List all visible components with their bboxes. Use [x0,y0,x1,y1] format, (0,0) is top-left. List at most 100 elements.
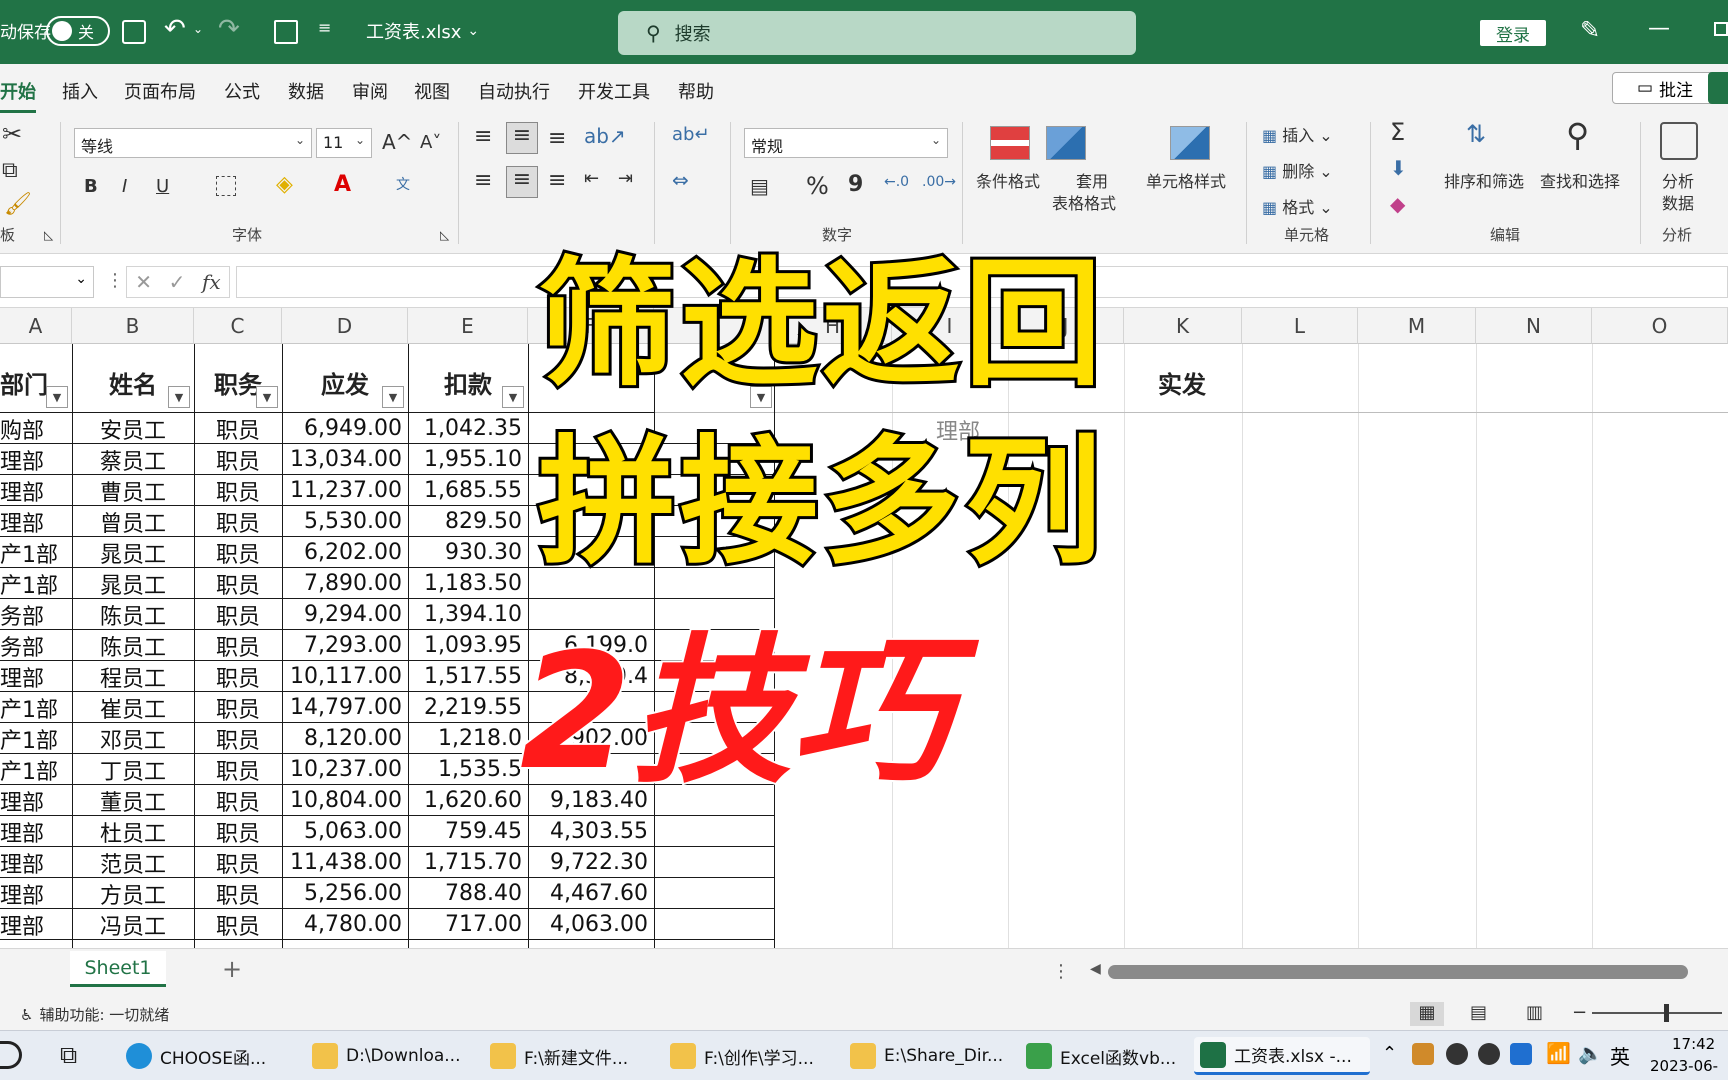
column-header-c[interactable]: C [194,308,282,344]
filter-dropdown-icon[interactable]: ▼ [256,386,278,408]
cell-department[interactable]: 务部 [0,599,72,630]
cell-gross[interactable]: 5,063.00 [282,816,408,847]
cell-department[interactable]: 理部 [0,816,72,847]
cell-gross[interactable]: 5,256.00 [282,878,408,909]
zoom-out-icon[interactable]: − [1572,1002,1587,1023]
cell-name[interactable]: 晁员工 [72,568,194,599]
cell-title[interactable]: 职员 [194,816,282,847]
cell-gross[interactable]: 13,034.00 [282,444,408,475]
sheet-tab-sheet1[interactable]: Sheet1 [70,951,166,987]
cell-gross[interactable]: 10,237.00 [282,754,408,785]
format-cells-button[interactable]: ▦ 格式 ⌄ [1262,194,1333,218]
normal-view-icon[interactable]: ▦ [1410,1002,1444,1026]
cell-title[interactable]: 职员 [194,599,282,630]
table-format-label-1[interactable]: 套用 [1076,168,1108,192]
align-right-icon[interactable]: ≡ [548,168,566,193]
phonetic-icon[interactable]: 文 [396,174,410,194]
cell-title[interactable]: 职员 [194,475,282,506]
column-header-m[interactable]: M [1358,308,1476,344]
cell-name[interactable]: 范员工 [72,847,194,878]
cell-department[interactable]: 理部 [0,847,72,878]
cell-gross[interactable]: 11,438.00 [282,847,408,878]
cell-department[interactable]: 理部 [0,661,72,692]
cell-department[interactable]: 购部 [0,413,72,444]
cell-title[interactable]: 职员 [194,847,282,878]
horizontal-scrollbar[interactable] [1108,965,1688,979]
insert-cells-button[interactable]: ▦ 插入 ⌄ [1262,122,1333,146]
cell-net[interactable]: 9,722.30 [528,847,654,878]
align-top-icon[interactable]: ≡ [474,124,492,149]
cell-deduction[interactable]: 717.00 [408,909,528,940]
border-icon[interactable] [216,176,236,196]
cell-gross[interactable]: 6,949.00 [282,413,408,444]
cell-deduction[interactable]: 2,219.55 [408,692,528,723]
cancel-icon[interactable]: ✕ [135,270,152,294]
cell-net[interactable]: 4,303.55 [528,816,654,847]
cell-gross[interactable]: 5,530.00 [282,506,408,537]
maximize-icon[interactable] [1714,22,1728,36]
underline-button[interactable]: U [156,176,169,197]
accounting-format-icon[interactable]: ▤ [750,174,769,198]
redo-icon[interactable]: ↷ [218,14,240,44]
cell-name[interactable]: 丁员工 [72,754,194,785]
qq-icon[interactable] [1478,1043,1500,1065]
autosum-icon[interactable]: Σ [1390,118,1405,146]
start-button[interactable] [0,1041,22,1069]
taskbar-item-excel-active[interactable]: 工资表.xlsx -... [1194,1037,1370,1075]
cell-name[interactable]: 董员工 [72,785,194,816]
autosave-toggle[interactable]: 关 [46,16,110,46]
cell-deduction[interactable]: 1,685.55 [408,475,528,506]
cell-department[interactable]: 务部 [0,630,72,661]
cell-title[interactable]: 职员 [194,692,282,723]
cell-name[interactable]: 安员工 [72,413,194,444]
cell-title[interactable]: 职员 [194,413,282,444]
cell-title[interactable]: 职员 [194,568,282,599]
cell-name[interactable]: 崔员工 [72,692,194,723]
cell-name[interactable]: 曾员工 [72,506,194,537]
sort-filter-button[interactable]: 排序和筛选 [1444,168,1524,192]
cell-deduction[interactable]: 1,218.0 [408,723,528,754]
save-icon[interactable] [122,20,146,44]
add-sheet-icon[interactable]: + [222,955,242,983]
taskbar-item-folder-2[interactable]: F:\新建文件... [484,1037,628,1075]
form-icon[interactable] [274,20,298,44]
format-painter-icon[interactable]: 🖌 [4,192,32,217]
cell-department[interactable]: 理部 [0,909,72,940]
filter-dropdown-icon[interactable]: ▼ [168,386,190,408]
tab-automate[interactable]: 自动执行 [478,78,550,104]
cell-name[interactable]: 陈员工 [72,630,194,661]
tray-app-icon[interactable] [1412,1043,1434,1065]
wifi-icon[interactable]: 📶 [1546,1041,1571,1065]
cell-gross[interactable]: 10,804.00 [282,785,408,816]
wrap-text-icon[interactable]: ab↵ [672,124,710,145]
name-box[interactable]: ⌄ [0,266,94,298]
cell-gross[interactable]: 9,294.00 [282,599,408,630]
dialog-launcher-icon[interactable]: ◺ [440,228,449,242]
cell-deduction[interactable]: 1,042.35 [408,413,528,444]
search-box[interactable]: ⚲ 搜索 [618,11,1136,55]
cell-gross[interactable]: 7,293.00 [282,630,408,661]
fill-color-icon[interactable]: ◈ [276,172,293,197]
filename-button[interactable]: 工资表.xlsx ⌄ [366,18,479,44]
comma-button[interactable]: 9 [848,172,863,197]
cell-title[interactable]: 职员 [194,909,282,940]
zoom-slider-thumb[interactable] [1664,1004,1669,1022]
cell-department[interactable]: 产1部 [0,723,72,754]
taskbar-item-folder-1[interactable]: D:\Downloa... [306,1037,460,1075]
insert-function-icon[interactable]: fx [202,270,221,294]
cell-title[interactable]: 职员 [194,878,282,909]
taskbar-item-folder-3[interactable]: F:\创作\学习... [664,1037,814,1075]
cell-style-button[interactable]: 单元格样式 [1146,168,1226,192]
italic-button[interactable]: I [122,176,127,197]
analyze-data-icon[interactable] [1660,122,1698,160]
cell-deduction[interactable]: 1,620.60 [408,785,528,816]
cell-department[interactable]: 理部 [0,878,72,909]
bold-button[interactable]: B [84,176,98,197]
minimize-icon[interactable]: — [1648,16,1670,41]
cell-department[interactable]: 产1部 [0,754,72,785]
ime-indicator[interactable]: 英 [1610,1041,1630,1070]
cell-title[interactable]: 职员 [194,630,282,661]
page-layout-view-icon[interactable]: ▤ [1470,1002,1487,1023]
cell-deduction[interactable]: 1,394.10 [408,599,528,630]
decrease-decimal-icon[interactable]: .00→ [922,174,956,190]
